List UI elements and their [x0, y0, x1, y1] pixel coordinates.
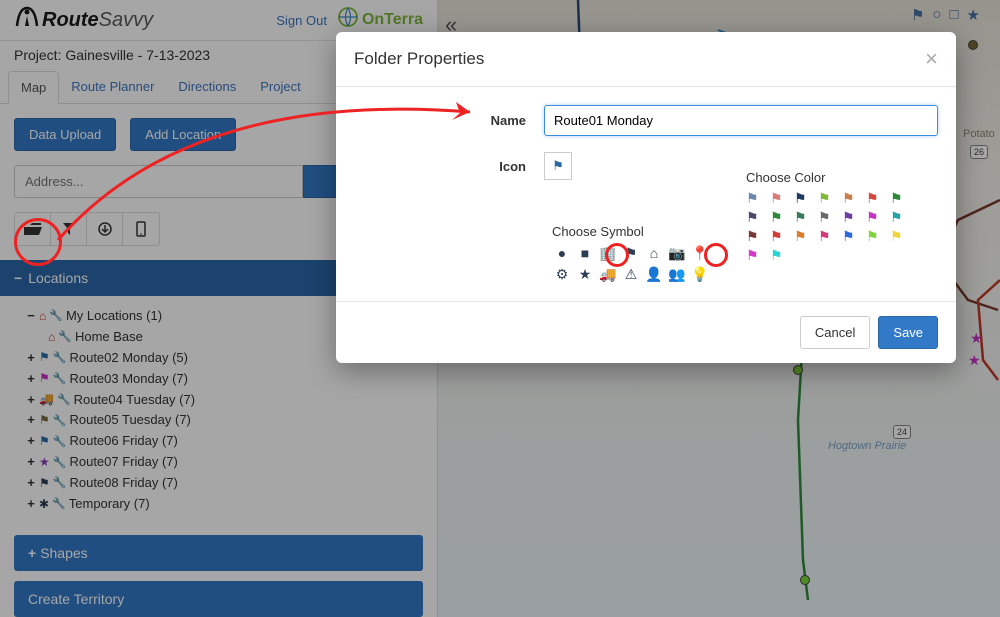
symbol-gear[interactable]: ⚙	[552, 266, 572, 283]
symbol-square[interactable]: ■	[575, 245, 595, 262]
name-label: Name	[354, 113, 544, 128]
close-icon[interactable]: ×	[925, 48, 938, 70]
symbol-truck[interactable]: 🚚	[598, 266, 618, 283]
color-grid: ⚑ ⚑ ⚑ ⚑ ⚑ ⚑ ⚑ ⚑ ⚑ ⚑ ⚑ ⚑ ⚑ ⚑ ⚑ ⚑ ⚑ ⚑ ⚑ ⚑ ⚑ ⚑ ⚑	[746, 191, 910, 262]
color-swatch[interactable]: ⚑	[746, 191, 766, 205]
color-swatch[interactable]: ⚑	[746, 229, 766, 243]
color-swatch[interactable]: ⚑	[770, 248, 790, 262]
color-swatch[interactable]: ⚑	[818, 229, 838, 243]
symbol-building[interactable]: 🏢	[598, 245, 618, 262]
symbol-camera[interactable]: 📷	[667, 245, 687, 262]
symbol-grid: ● ■ 🏢 ⚑ ⌂ 📷 📍 ⚙ ★ 🚚 ⚠ 👤 👥 💡	[552, 245, 710, 283]
symbol-group[interactable]: 👥	[667, 266, 687, 283]
color-swatch[interactable]: ⚑	[794, 191, 814, 205]
cancel-button[interactable]: Cancel	[800, 316, 870, 349]
symbol-bulb[interactable]: 💡	[690, 266, 710, 283]
color-swatch[interactable]: ⚑	[890, 229, 910, 243]
symbol-star[interactable]: ★	[575, 266, 595, 283]
color-swatch[interactable]: ⚑	[818, 210, 838, 224]
symbol-home[interactable]: ⌂	[644, 245, 664, 262]
color-swatch[interactable]: ⚑	[842, 191, 862, 205]
color-swatch[interactable]: ⚑	[866, 229, 886, 243]
color-swatch[interactable]: ⚑	[842, 229, 862, 243]
folder-name-input[interactable]	[544, 105, 938, 136]
color-swatch[interactable]: ⚑	[794, 229, 814, 243]
symbol-flag[interactable]: ⚑	[621, 245, 641, 262]
color-swatch[interactable]: ⚑	[770, 191, 790, 205]
symbol-user[interactable]: 👤	[644, 266, 664, 283]
color-swatch[interactable]: ⚑	[866, 210, 886, 224]
symbol-pin[interactable]: 📍	[690, 245, 710, 262]
folder-properties-modal: Folder Properties × Name Icon ⚑ Choose S…	[336, 32, 956, 363]
color-swatch[interactable]: ⚑	[794, 210, 814, 224]
color-swatch[interactable]: ⚑	[746, 248, 766, 262]
icon-label: Icon	[354, 159, 544, 174]
color-swatch[interactable]: ⚑	[890, 191, 910, 205]
icon-preview: ⚑	[544, 152, 572, 180]
choose-color-label: Choose Color	[746, 170, 910, 185]
choose-symbol-label: Choose Symbol	[552, 224, 710, 239]
symbol-circle[interactable]: ●	[552, 245, 572, 262]
modal-title: Folder Properties	[354, 49, 484, 69]
color-swatch[interactable]: ⚑	[866, 191, 886, 205]
save-button[interactable]: Save	[878, 316, 938, 349]
color-swatch[interactable]: ⚑	[746, 210, 766, 224]
color-swatch[interactable]: ⚑	[770, 229, 790, 243]
symbol-warn[interactable]: ⚠	[621, 266, 641, 283]
color-swatch[interactable]: ⚑	[890, 210, 910, 224]
color-swatch[interactable]: ⚑	[770, 210, 790, 224]
color-swatch[interactable]: ⚑	[818, 191, 838, 205]
color-swatch[interactable]: ⚑	[842, 210, 862, 224]
